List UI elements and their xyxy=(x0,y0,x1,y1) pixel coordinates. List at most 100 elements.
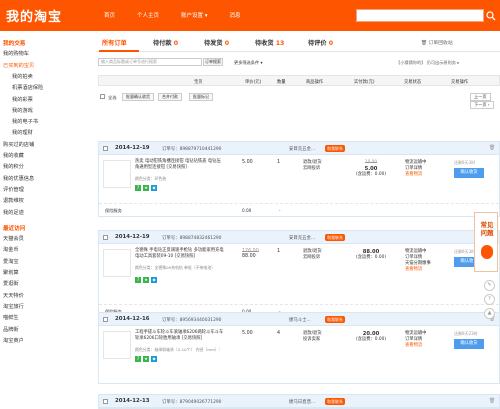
order-date: 2014-12-13 xyxy=(115,398,150,404)
order-search-input[interactable]: 输入商品标题或订单号进行搜索 xyxy=(98,58,202,66)
tab-pending-shipment[interactable]: 待发货 0 xyxy=(204,38,229,47)
sidebar-item[interactable]: 爱逛街 xyxy=(3,280,19,287)
question-icon[interactable]: ? xyxy=(484,294,495,305)
sidebar-item[interactable]: 退款维权 xyxy=(3,197,24,204)
order-item: 热卖 电动钳铁角槽连接钳 电钻钻铁盖 电钻压角通用型连接钳 [交易快照] 颜色分类… xyxy=(99,155,499,203)
product-name[interactable]: 全德殊 手电钻正反调速手枪钻 多功能家用充电电动工具套装09-10 [交易快照] xyxy=(135,248,225,259)
sidebar-item[interactable]: 我的拍卖 xyxy=(2,73,33,80)
view-logistics-link[interactable]: 查看物流 xyxy=(405,267,431,273)
order-header: 2014-12-16 订单号：895693440031290 捷马斗士... 和我联系… xyxy=(99,313,499,326)
filter-right-link[interactable]: 【小猜猜你的】 仍可出示原则务 ▸ xyxy=(396,60,459,66)
faq-float-widget[interactable]: 常见问题 xyxy=(474,212,498,272)
view-logistics-link[interactable]: 查看物流 xyxy=(405,343,426,349)
complaint-link[interactable]: 投诉卖家 xyxy=(303,337,322,343)
sidebar-item[interactable]: 已买到的宝贝 xyxy=(3,62,34,69)
confirm-receipt-button[interactable]: 确认收货 xyxy=(454,339,484,349)
badge-icon: ★ xyxy=(143,356,149,362)
top-bar: 我的淘宝 首页 个人主页 账户设置 ▾ 消息 xyxy=(0,0,500,31)
product-thumbnail[interactable] xyxy=(103,160,131,188)
nav-messages[interactable]: 消息 xyxy=(230,11,241,19)
service-badges: 7 ★ ◆ xyxy=(135,185,159,191)
order-number: 订单号：879049026771290 xyxy=(162,400,222,405)
sidebar-item[interactable]: 购买过的店铺 xyxy=(3,141,34,148)
order-checkbox[interactable] xyxy=(103,399,108,404)
next-page-button[interactable]: 下一页 › xyxy=(470,101,494,109)
shop-name[interactable]: 捷马日直营... xyxy=(289,399,315,405)
complaint-link[interactable]: 云网投诉 xyxy=(303,166,322,172)
unit-price: 5.00 xyxy=(242,331,253,336)
tab-pending-payment[interactable]: 待付款 0 xyxy=(153,38,178,47)
product-thumbnail[interactable] xyxy=(103,249,131,277)
delete-icon[interactable]: 🗑 xyxy=(489,398,495,404)
sidebar-item[interactable]: 我的理财 xyxy=(2,129,33,136)
sidebar-item[interactable]: 喵鲜生 xyxy=(3,314,19,321)
sidebar-item[interactable]: 我的彩票 xyxy=(2,96,33,103)
complaint-link[interactable]: 云网投诉 xyxy=(303,255,322,261)
sidebar-item[interactable]: 爱淘宝 xyxy=(3,258,19,265)
sidebar-item[interactable]: 淘宝旅行 xyxy=(3,303,24,310)
sidebar-item[interactable]: 天天特价 xyxy=(3,292,24,299)
sidebar-item[interactable]: 我的游戏 xyxy=(2,107,33,114)
time-remaining: 还剩9天3时 xyxy=(454,160,476,165)
batch-confirm-button[interactable]: 批量确认收货 xyxy=(122,93,154,101)
merge-pay-button[interactable]: 合并付款 xyxy=(158,93,182,101)
trash-icon: 🗑 xyxy=(421,41,428,46)
nav-account-settings[interactable]: 账户设置 ▾ xyxy=(181,11,208,19)
insurance-qty: - xyxy=(279,208,281,213)
nav-profile[interactable]: 个人主页 xyxy=(137,11,159,19)
sidebar-item[interactable]: 淘金币 xyxy=(3,246,19,253)
contact-seller-icon[interactable]: 和我联系 xyxy=(325,145,345,152)
order-checkbox[interactable] xyxy=(103,317,108,322)
more-filters-toggle[interactable]: 更多筛选条件 ▾ xyxy=(234,60,263,66)
shop-name[interactable]: 安目克五金... xyxy=(289,235,315,241)
feedback-icon[interactable]: ✎ xyxy=(484,280,495,291)
trade-operations: 还剩9天23时 确认收货 xyxy=(454,331,484,349)
col-paid: 实付款(元) xyxy=(354,80,375,85)
sidebar-section-title: 我的交易 xyxy=(3,41,26,47)
sidebar-item[interactable]: 我的电子书 xyxy=(2,118,38,125)
contact-seller-icon[interactable]: 和我联系 xyxy=(325,398,345,405)
time-remaining: 还剩9天3时 xyxy=(454,249,476,254)
tab-pending-review[interactable]: 待评价 0 xyxy=(308,38,333,47)
product-name[interactable]: 工程手搓斗车轮斗车滚轴承6206两轮斗车斗车轮承6206口轮胎用轴承 [交易快照… xyxy=(135,330,225,341)
order-search-button[interactable]: 订单搜索 xyxy=(203,58,223,66)
sidebar-item[interactable]: 我的优惠信息 xyxy=(3,175,34,182)
confirm-receipt-button[interactable]: 确认收货 xyxy=(454,168,484,178)
sidebar-item[interactable]: 我的积分 xyxy=(3,163,24,170)
product-name[interactable]: 热卖 电动钳铁角槽连接钳 电钻钻铁盖 电钻压角通用型连接钳 [交易快照] xyxy=(135,159,225,170)
product-thumbnail[interactable] xyxy=(103,331,131,359)
product-attributes: 颜色分类：轴承斜轴承（2-10个） 内径（mm）： xyxy=(135,347,223,352)
contact-seller-icon[interactable]: 和我联系 xyxy=(325,234,345,241)
delete-icon[interactable]: 🗑 xyxy=(489,145,495,151)
sidebar-item[interactable]: 我的足迹 xyxy=(3,209,24,216)
search-icon[interactable] xyxy=(486,11,496,21)
sidebar-item[interactable]: 我的购物车 xyxy=(3,50,29,57)
sidebar-item[interactable]: 聚划算 xyxy=(3,269,19,276)
nav-home[interactable]: 首页 xyxy=(104,11,115,19)
shop-name[interactable]: 安目克五金... xyxy=(289,146,315,152)
badge-icon: 7 xyxy=(135,185,141,191)
top-nav: 首页 个人主页 账户设置 ▾ 消息 xyxy=(104,11,263,19)
sidebar-item[interactable]: 品牌街 xyxy=(3,326,19,333)
shop-name[interactable]: 捷马斗士... xyxy=(289,317,311,323)
order-checkbox[interactable] xyxy=(103,146,108,151)
order-checkbox[interactable] xyxy=(103,235,108,240)
search-input[interactable] xyxy=(356,9,484,22)
prev-page-button[interactable]: 上一页 xyxy=(470,93,491,101)
view-logistics-link[interactable]: 查看物流 xyxy=(405,172,426,178)
taobao-logo[interactable]: 我的淘宝 xyxy=(6,6,62,25)
contact-seller-icon[interactable]: 和我联系 xyxy=(325,316,345,323)
badge-icon: ★ xyxy=(143,277,149,283)
sidebar-item[interactable]: 评价管理 xyxy=(3,186,24,193)
select-all-checkbox[interactable] xyxy=(100,94,105,99)
sidebar-item[interactable]: 机票酒店保险 xyxy=(2,84,43,91)
tab-all-orders[interactable]: 所有订单 xyxy=(102,38,127,47)
sidebar-item[interactable]: 天猫会员 xyxy=(3,235,24,242)
sidebar-item[interactable]: 淘宝商户 xyxy=(3,337,24,344)
batch-mark-button[interactable]: 批量标记 xyxy=(189,93,213,101)
tab-pending-receipt[interactable]: 待收货 13 xyxy=(255,38,284,47)
recycle-bin-link[interactable]: 🗑 订单回收站 xyxy=(421,39,453,46)
order-card: 2014-12-19 订单号：898879710441290 安目克五金... 和我联… xyxy=(98,141,500,217)
sidebar-item[interactable]: 我的收藏 xyxy=(3,152,24,159)
back-to-top-icon[interactable]: ▲ xyxy=(484,308,495,319)
